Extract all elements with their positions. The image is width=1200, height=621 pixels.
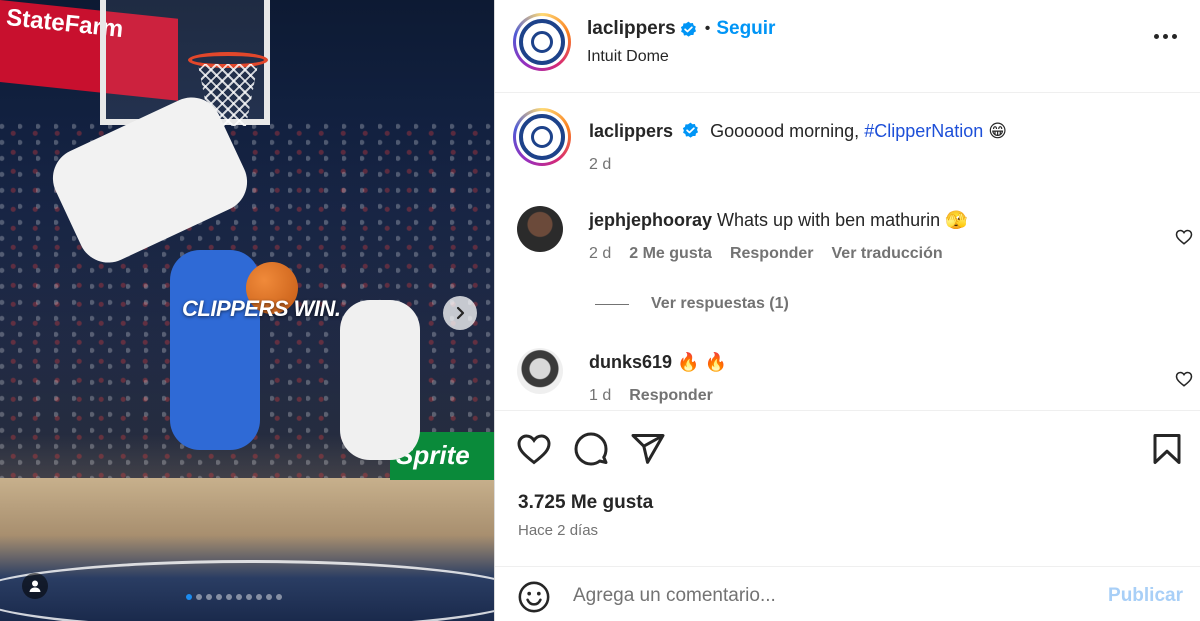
post-location[interactable]: Intuit Dome bbox=[587, 48, 669, 66]
header-separator: • bbox=[704, 20, 711, 37]
commenter-avatar[interactable] bbox=[517, 206, 563, 252]
more-options-button[interactable] bbox=[1152, 28, 1179, 45]
post-date[interactable]: Hace 2 días bbox=[518, 522, 598, 539]
user-tag-button[interactable] bbox=[22, 573, 48, 599]
carousel-dot bbox=[266, 594, 272, 600]
publish-button[interactable]: Publicar bbox=[1108, 585, 1183, 607]
chevron-right-icon bbox=[456, 306, 465, 320]
comment-input[interactable] bbox=[573, 579, 1073, 613]
carousel-dots bbox=[186, 594, 282, 600]
more-icon bbox=[1154, 34, 1159, 39]
carousel-dot bbox=[256, 594, 262, 600]
overlay-text: CLIPPERS WIN. bbox=[182, 296, 341, 321]
heart-icon[interactable] bbox=[516, 431, 552, 467]
view-replies-button[interactable]: Ver respuestas (1) bbox=[595, 295, 789, 313]
carousel-dot bbox=[226, 594, 232, 600]
likes-count[interactable]: 3.725 Me gusta bbox=[518, 492, 653, 514]
post-actions: 3.725 Me gusta Hace 2 días bbox=[495, 410, 1200, 565]
commenter-avatar[interactable] bbox=[517, 348, 563, 394]
comment-emoji: 🫣 bbox=[945, 210, 968, 230]
court-line bbox=[0, 560, 494, 621]
carousel-dot bbox=[276, 594, 282, 600]
replies-divider bbox=[595, 303, 629, 305]
comment-icon[interactable] bbox=[573, 431, 609, 467]
caption-hashtag[interactable]: #ClipperNation bbox=[864, 121, 983, 141]
post-sidebar: laclippers • Seguir Intuit Dome laclippe… bbox=[494, 0, 1200, 621]
verified-icon bbox=[682, 122, 699, 138]
caption-row: laclippers Goooood morning, #ClipperNati… bbox=[513, 108, 1197, 188]
caption-emoji: 😁 bbox=[988, 121, 1008, 141]
carousel-dot bbox=[246, 594, 252, 600]
comment-composer: Publicar bbox=[495, 566, 1200, 621]
follow-button[interactable]: Seguir bbox=[716, 18, 775, 40]
translate-button[interactable]: Ver traducción bbox=[832, 242, 943, 266]
caption-time[interactable]: 2 d bbox=[589, 153, 611, 177]
reply-button[interactable]: Responder bbox=[629, 384, 713, 408]
comment-row: dunks619 🔥 🔥 1 d Responder bbox=[517, 348, 1197, 410]
bookmark-icon[interactable] bbox=[1149, 431, 1185, 467]
carousel-dot bbox=[186, 594, 192, 600]
post-media[interactable]: StateFarm Sprite CLIPPERS WIN. bbox=[0, 0, 494, 621]
author-username[interactable]: laclippers bbox=[587, 18, 676, 40]
heart-icon[interactable] bbox=[1175, 370, 1193, 388]
comment-emoji: 🔥 🔥 bbox=[677, 352, 727, 372]
caption-text: Goooood morning, bbox=[710, 121, 865, 141]
reply-button[interactable]: Responder bbox=[730, 242, 814, 266]
post-header: laclippers • Seguir Intuit Dome bbox=[495, 0, 1200, 93]
carousel-dot bbox=[216, 594, 222, 600]
comment-text: Whats up with ben mathurin bbox=[717, 210, 941, 230]
heart-icon[interactable] bbox=[1175, 228, 1193, 246]
caption-username[interactable]: laclippers bbox=[589, 121, 673, 141]
user-tag-icon bbox=[29, 580, 41, 592]
carousel-dot bbox=[206, 594, 212, 600]
verified-icon bbox=[680, 21, 696, 37]
player-white bbox=[340, 300, 420, 460]
next-slide-button[interactable] bbox=[443, 296, 477, 330]
author-avatar[interactable] bbox=[513, 13, 571, 71]
emoji-icon[interactable] bbox=[517, 580, 551, 614]
caption-avatar[interactable] bbox=[513, 108, 571, 166]
comment-time[interactable]: 1 d bbox=[589, 384, 611, 408]
share-icon[interactable] bbox=[630, 431, 666, 467]
carousel-dot bbox=[236, 594, 242, 600]
comment-username[interactable]: jephjephooray bbox=[589, 210, 712, 230]
view-replies-label[interactable]: Ver respuestas (1) bbox=[651, 295, 789, 313]
carousel-dot bbox=[196, 594, 202, 600]
comments-section: laclippers Goooood morning, #ClipperNati… bbox=[495, 94, 1200, 410]
comment-username[interactable]: dunks619 bbox=[589, 352, 672, 372]
comment-time[interactable]: 2 d bbox=[589, 242, 611, 266]
comment-likes[interactable]: 2 Me gusta bbox=[629, 242, 712, 266]
